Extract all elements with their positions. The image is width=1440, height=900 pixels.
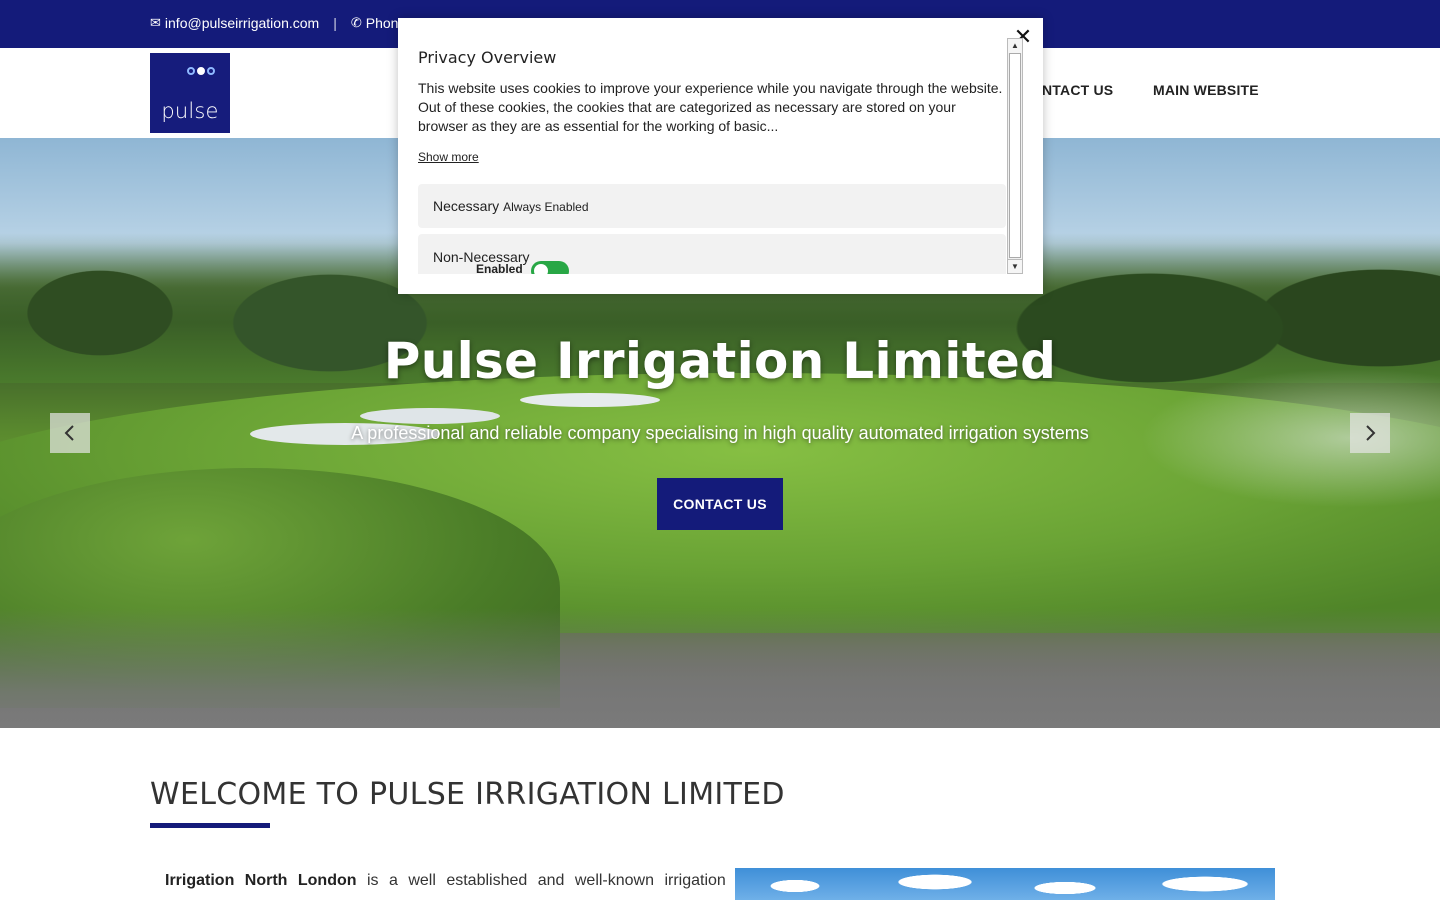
- scrollbar-thumb[interactable]: [1009, 53, 1021, 258]
- show-more-link[interactable]: Show more: [418, 150, 479, 164]
- privacy-content: Privacy Overview This website uses cooki…: [418, 44, 1008, 274]
- envelope-icon: ✉: [150, 15, 161, 30]
- hero-background-bunker: [360, 408, 500, 424]
- hero-subtitle: A professional and reliable company spec…: [351, 423, 1089, 443]
- nav-main-website[interactable]: MAIN WEBSITE: [1153, 82, 1259, 98]
- scroll-down-arrow-icon[interactable]: ▼: [1008, 259, 1022, 273]
- intro-paragraph: Irrigation North London is a well establ…: [165, 872, 726, 890]
- toggle-status-label: Enabled: [476, 262, 523, 274]
- phone-icon: ✆: [350, 15, 362, 30]
- contact-us-button[interactable]: CONTACT US: [657, 478, 783, 530]
- toggle-knob: [534, 264, 548, 274]
- category-label: Necessary Always Enabled: [433, 198, 589, 214]
- cookie-category-non-necessary[interactable]: Non-Necessary Enabled: [418, 234, 1006, 274]
- modal-scrollbar[interactable]: ▲ ▼: [1007, 38, 1023, 274]
- logo-text: pulse: [161, 99, 219, 123]
- pulse-logo[interactable]: pulse: [150, 53, 230, 133]
- contact-info: ✉ info@pulseirrigation.com | ✆ Phon: [150, 15, 398, 31]
- intro-image: [735, 868, 1275, 900]
- cookie-category-necessary[interactable]: Necessary Always Enabled: [418, 184, 1006, 228]
- logo-dots-icon: [187, 67, 215, 75]
- non-necessary-toggle[interactable]: [531, 261, 569, 274]
- hero-background-bunker: [520, 393, 660, 407]
- chevron-right-icon: [1366, 425, 1376, 441]
- scroll-up-arrow-icon[interactable]: ▲: [1008, 39, 1022, 53]
- email-link[interactable]: info@pulseirrigation.com: [165, 15, 319, 31]
- intro-text: is a well established and well-known irr…: [356, 872, 726, 889]
- hero-background-fade: [0, 608, 1440, 728]
- separator: |: [333, 15, 337, 31]
- privacy-overview-modal: ✕ Privacy Overview This website uses coo…: [398, 18, 1043, 294]
- slider-next-button[interactable]: [1350, 413, 1390, 453]
- slider-prev-button[interactable]: [50, 413, 90, 453]
- necessary-label: Necessary: [433, 198, 500, 214]
- chevron-left-icon: [64, 425, 74, 441]
- privacy-title: Privacy Overview: [418, 48, 557, 67]
- heading-underline: [150, 823, 270, 828]
- hero-title: Pulse Irrigation Limited: [383, 332, 1057, 390]
- welcome-heading: WELCOME TO PULSE IRRIGATION LIMITED: [150, 777, 785, 812]
- privacy-body: This website uses cookies to improve you…: [418, 80, 1003, 134]
- phone-label: Phon: [365, 15, 399, 31]
- intro-bold-text: Irrigation North London: [165, 872, 357, 889]
- always-enabled-label: Always Enabled: [503, 200, 589, 214]
- nav-contact-us[interactable]: NTACT US: [1042, 82, 1113, 98]
